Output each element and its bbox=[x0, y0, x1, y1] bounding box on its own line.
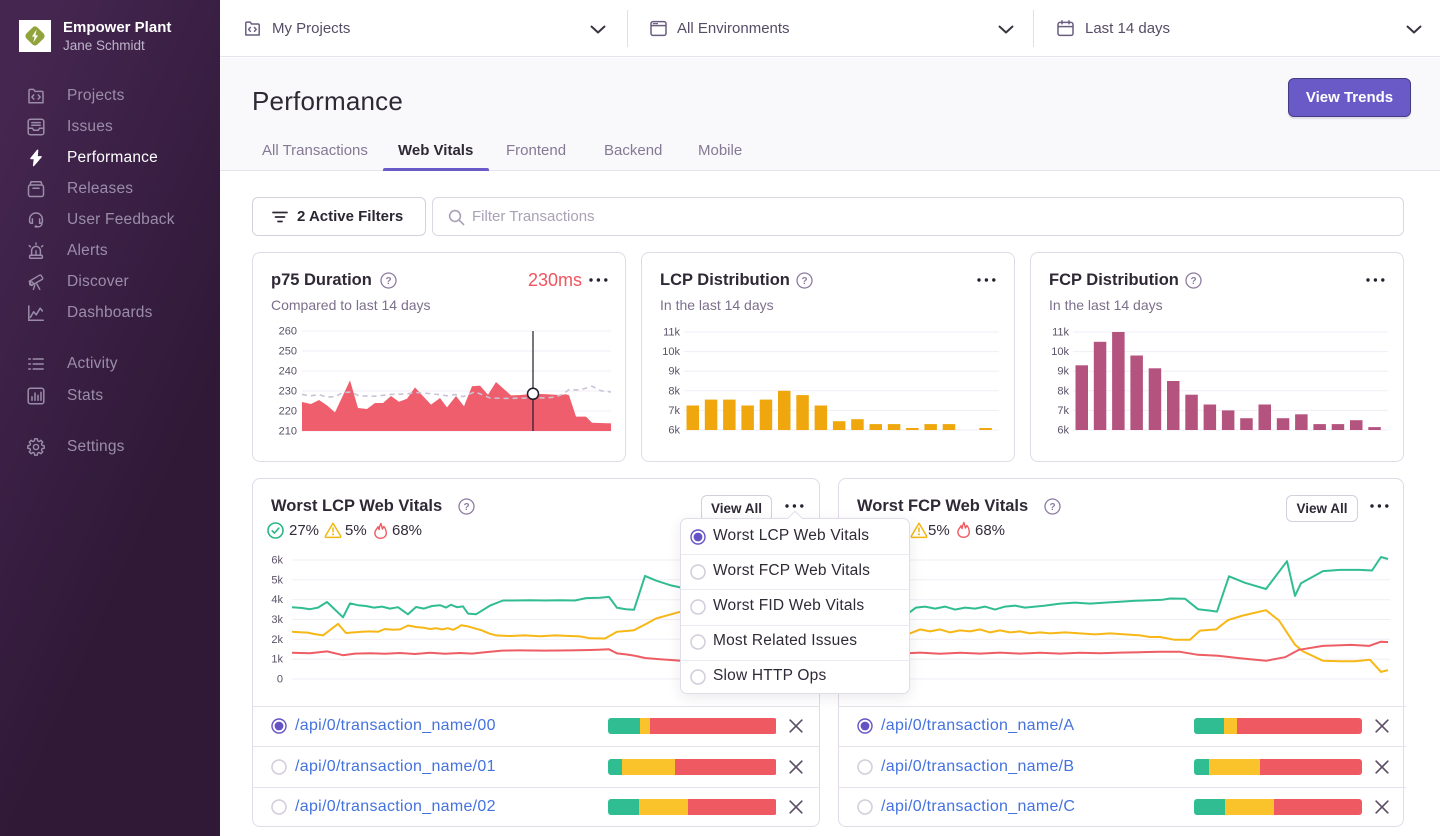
svg-text:240: 240 bbox=[279, 366, 297, 378]
svg-text:8k: 8k bbox=[668, 385, 680, 397]
svg-text:?: ? bbox=[463, 502, 469, 513]
svg-text:230: 230 bbox=[279, 386, 297, 398]
svg-text:250: 250 bbox=[279, 346, 297, 358]
svg-text:?: ? bbox=[1190, 276, 1196, 287]
svg-text:10k: 10k bbox=[662, 346, 680, 358]
svg-text:6k: 6k bbox=[1057, 425, 1069, 437]
svg-text:9k: 9k bbox=[1057, 366, 1069, 378]
svg-text:1k: 1k bbox=[271, 654, 283, 666]
svg-text:?: ? bbox=[385, 276, 391, 287]
svg-text:220: 220 bbox=[279, 406, 297, 418]
svg-text:7k: 7k bbox=[1057, 405, 1069, 417]
svg-text:?: ? bbox=[1049, 502, 1055, 513]
svg-text:11k: 11k bbox=[663, 327, 680, 339]
svg-text:9k: 9k bbox=[668, 366, 680, 378]
svg-text:210: 210 bbox=[279, 426, 297, 438]
svg-text:3k: 3k bbox=[271, 614, 283, 626]
svg-text:2k: 2k bbox=[271, 634, 283, 646]
svg-text:6k: 6k bbox=[668, 425, 680, 437]
svg-text:8k: 8k bbox=[1057, 385, 1069, 397]
svg-text:11k: 11k bbox=[1052, 327, 1069, 339]
svg-text:260: 260 bbox=[279, 326, 297, 338]
svg-text:10k: 10k bbox=[1051, 346, 1069, 358]
svg-text:6k: 6k bbox=[271, 555, 283, 567]
svg-text:5k: 5k bbox=[271, 574, 283, 586]
svg-text:4k: 4k bbox=[271, 594, 283, 606]
svg-text:7k: 7k bbox=[668, 405, 680, 417]
svg-text:?: ? bbox=[801, 276, 807, 287]
svg-text:0: 0 bbox=[277, 674, 283, 686]
